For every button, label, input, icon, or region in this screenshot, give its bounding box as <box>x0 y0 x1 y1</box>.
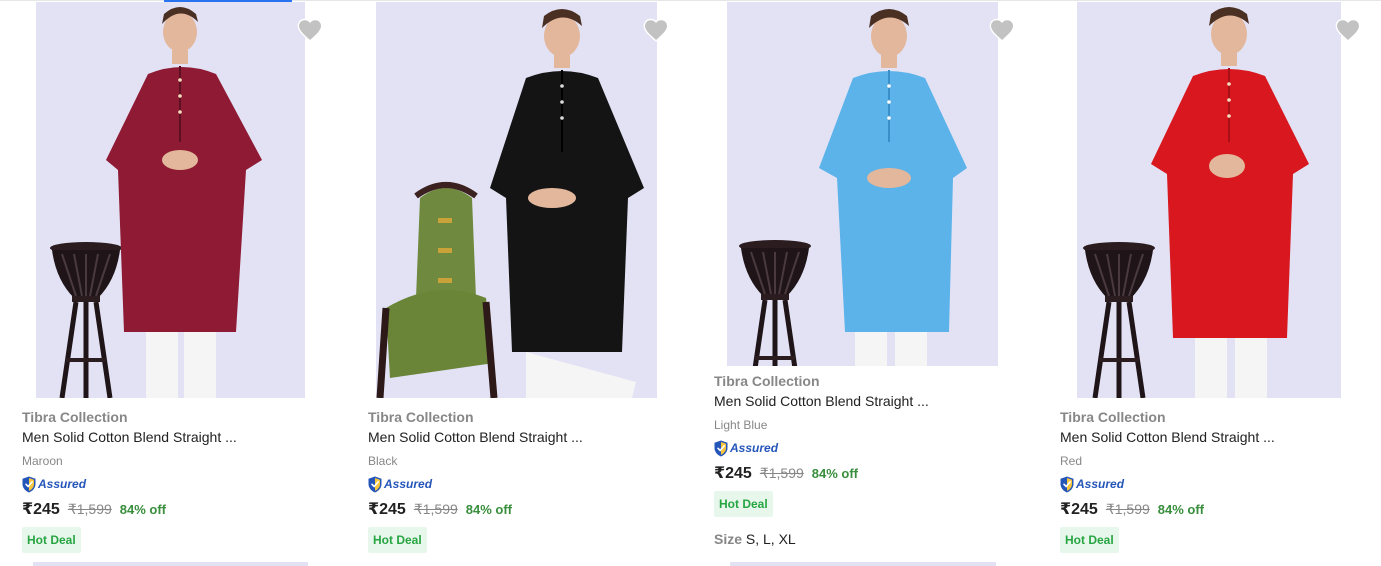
product-card-3[interactable]: Tibra Collection Men Solid Cotton Blend … <box>692 0 1037 566</box>
product-color: Maroon <box>22 454 63 468</box>
product-title[interactable]: Men Solid Cotton Blend Straight ... <box>368 429 583 445</box>
selling-price: ₹245 <box>1060 501 1098 518</box>
product-title[interactable]: Men Solid Cotton Blend Straight ... <box>714 393 929 409</box>
hot-deal-badge: Hot Deal <box>714 491 773 517</box>
assured-shield-icon <box>22 476 36 493</box>
product-color: Light Blue <box>714 418 768 432</box>
product-title[interactable]: Men Solid Cotton Blend Straight ... <box>22 429 237 445</box>
assured-badge: Assured <box>22 475 86 493</box>
selling-price: ₹245 <box>714 465 752 482</box>
product-brand: Tibra Collection <box>22 409 128 425</box>
assured-label: Assured <box>1076 477 1125 491</box>
discount-percent: 84% off <box>119 502 167 517</box>
original-price: ₹1,599 <box>759 465 804 481</box>
discount-percent: 84% off <box>811 466 859 481</box>
available-sizes: Size S, L, XL <box>714 531 796 547</box>
assured-shield-icon <box>368 476 382 493</box>
price-row: ₹245 ₹1,599 84% off <box>1060 499 1204 519</box>
original-price: ₹1,599 <box>1105 501 1150 517</box>
price-row: ₹245 ₹1,599 84% off <box>368 499 512 519</box>
hot-deal-badge: Hot Deal <box>368 527 427 553</box>
next-row-image-edge <box>730 562 996 566</box>
product-card-2[interactable]: Tibra Collection Men Solid Cotton Blend … <box>346 0 691 566</box>
product-brand: Tibra Collection <box>368 409 474 425</box>
kurta-shape <box>106 67 262 332</box>
assured-label: Assured <box>384 477 433 491</box>
hot-deal-badge: Hot Deal <box>22 527 81 553</box>
original-price: ₹1,599 <box>67 501 112 517</box>
assured-label: Assured <box>730 441 779 455</box>
wishlist-heart-icon[interactable] <box>642 16 670 44</box>
assured-badge: Assured <box>1060 475 1124 493</box>
wishlist-heart-icon[interactable] <box>296 16 324 44</box>
product-card-1[interactable]: Tibra Collection Men Solid Cotton Blend … <box>0 0 345 566</box>
assured-label: Assured <box>38 477 87 491</box>
selling-price: ₹245 <box>22 501 60 518</box>
original-price: ₹1,599 <box>413 501 458 517</box>
assured-shield-icon <box>714 440 728 457</box>
product-image-maroon-kurta[interactable] <box>36 2 305 398</box>
product-image-light-blue-kurta[interactable] <box>727 2 998 366</box>
product-color: Red <box>1060 454 1083 468</box>
assured-shield-icon <box>1060 476 1074 493</box>
product-card-4[interactable]: Tibra Collection Men Solid Cotton Blend … <box>1038 0 1381 566</box>
product-color: Black <box>368 454 398 468</box>
product-image-red-kurta[interactable] <box>1077 2 1341 398</box>
wishlist-heart-icon[interactable] <box>988 16 1016 44</box>
next-row-image-edge <box>33 562 308 566</box>
product-image-black-kurta[interactable] <box>376 2 657 398</box>
size-label: Size <box>714 531 743 547</box>
selling-price: ₹245 <box>368 501 406 518</box>
kurta-shape <box>490 71 644 352</box>
assured-badge: Assured <box>368 475 432 493</box>
price-row: ₹245 ₹1,599 84% off <box>714 463 858 483</box>
size-values: S, L, XL <box>745 531 796 547</box>
product-brand: Tibra Collection <box>714 373 820 389</box>
hot-deal-badge: Hot Deal <box>1060 527 1119 553</box>
wishlist-heart-icon[interactable] <box>1334 16 1362 44</box>
product-title[interactable]: Men Solid Cotton Blend Straight ... <box>1060 429 1275 445</box>
kurta-shape <box>819 71 967 332</box>
price-row: ₹245 ₹1,599 84% off <box>22 499 166 519</box>
discount-percent: 84% off <box>1157 502 1205 517</box>
product-brand: Tibra Collection <box>1060 409 1166 425</box>
assured-badge: Assured <box>714 439 778 457</box>
discount-percent: 84% off <box>465 502 513 517</box>
